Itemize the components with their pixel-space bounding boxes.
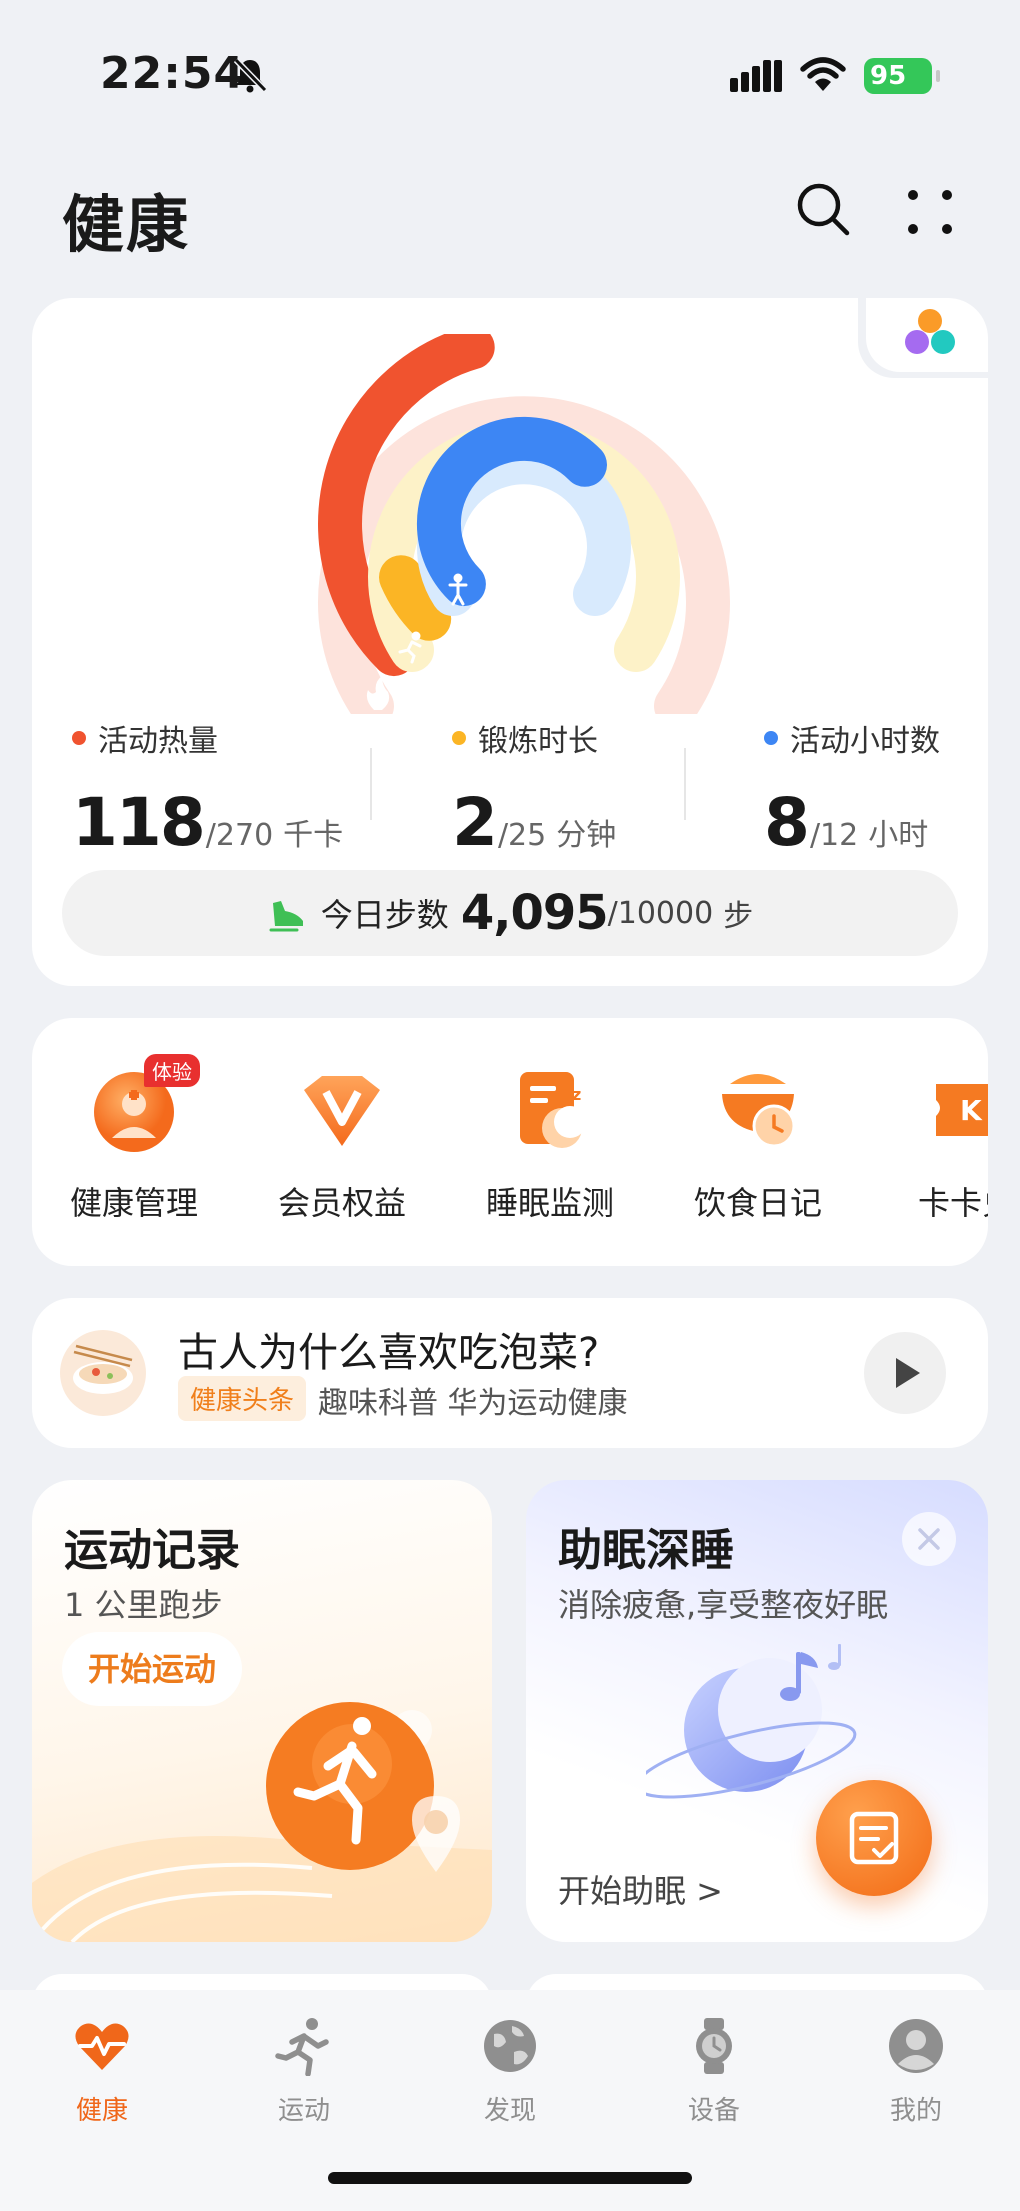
- steps-label: 今日步数: [320, 896, 449, 934]
- globe-icon: [484, 2020, 536, 2072]
- news-thumbnail: [60, 1330, 146, 1416]
- tab-exercise[interactable]: 运动: [234, 2016, 374, 2127]
- news-card[interactable]: 古人为什么喜欢吃泡菜? 健康头条 趣味科普 华为运动健康: [32, 1298, 988, 1448]
- status-bar: 22:54 95: [0, 0, 1020, 150]
- vip-icon: [304, 1076, 380, 1146]
- metric-exercise-value: 2: [452, 784, 498, 861]
- palette-icon: [905, 309, 955, 354]
- sleep-card-subtitle: 消除疲惫,享受整夜好眠: [558, 1586, 889, 1624]
- exercise-card-subtitle: 1 公里跑步: [64, 1586, 223, 1624]
- steps-unit: 步: [723, 899, 754, 934]
- tab-label: 发现: [483, 2096, 536, 2126]
- service-card-exchange[interactable]: K 卡卡兑: [886, 1060, 988, 1224]
- metric-active-hours-unit: 小时: [868, 818, 929, 853]
- cellular-signal-icon: [730, 60, 782, 92]
- status-time: 22:54: [100, 48, 246, 99]
- diet-diary-icon: [722, 1074, 796, 1148]
- start-sleep-link[interactable]: 开始助眠 >: [558, 1866, 723, 1912]
- sleep-notes-button[interactable]: [816, 1780, 932, 1896]
- service-label: 睡眠监测: [485, 1184, 614, 1222]
- sleep-monitor-icon: z: [520, 1072, 586, 1148]
- metric-active-hours-label: 活动小时数: [790, 724, 940, 759]
- steps-bar[interactable]: 今日步数 4,095 /10000 步: [62, 870, 958, 956]
- metric-exercise[interactable]: 锻炼时长 2 /25 分钟: [452, 718, 616, 861]
- metric-exercise-unit: 分钟: [556, 818, 617, 853]
- tab-discover[interactable]: 发现: [440, 2016, 580, 2127]
- service-vip[interactable]: 会员权益: [262, 1060, 422, 1224]
- tab-devices[interactable]: 设备: [644, 2016, 784, 2127]
- service-label: 卡卡兑: [917, 1184, 988, 1222]
- news-tag: 健康头条: [178, 1376, 307, 1421]
- svg-text:z: z: [572, 1085, 581, 1104]
- page-title: 健康: [62, 188, 191, 261]
- wifi-icon: [800, 57, 846, 91]
- service-label: 健康管理: [69, 1184, 198, 1222]
- food-bowl-icon: [73, 1344, 133, 1394]
- metric-calories[interactable]: 活动热量 118 /270 千卡: [72, 718, 343, 861]
- battery-level: 95: [870, 61, 907, 91]
- tab-label: 我的: [889, 2096, 942, 2126]
- tab-label: 设备: [687, 2096, 740, 2126]
- activity-rings: [318, 334, 730, 714]
- metric-exercise-label: 锻炼时长: [478, 724, 598, 759]
- svg-text:K: K: [960, 1094, 983, 1127]
- steps-goal: /10000: [607, 895, 714, 931]
- service-label: 会员权益: [277, 1184, 406, 1222]
- battery-indicator: 95: [864, 58, 940, 94]
- active-hours-dot: [764, 731, 778, 745]
- close-button[interactable]: [902, 1512, 956, 1566]
- trial-badge: 体验: [144, 1054, 200, 1087]
- close-icon: [918, 1528, 940, 1550]
- tab-health[interactable]: 健康: [32, 2016, 172, 2127]
- sleep-aid-card[interactable]: 助眠深睡 消除疲惫,享受整夜好眠 开始助眠 >: [526, 1480, 988, 1942]
- steps-value: 4,095: [460, 885, 609, 941]
- divider: [370, 748, 372, 820]
- bell-muted-icon: [233, 57, 268, 93]
- tab-label: 运动: [277, 2096, 330, 2126]
- tab-label: 健康: [75, 2096, 128, 2126]
- service-health-manage[interactable]: 体验 健康管理: [54, 1054, 214, 1224]
- play-icon: [896, 1358, 920, 1388]
- metric-calories-value: 118: [72, 784, 206, 861]
- heart-pulse-icon: [75, 2023, 129, 2070]
- tab-me[interactable]: 我的: [846, 2016, 986, 2127]
- metric-active-hours[interactable]: 活动小时数 8 /12 小时: [764, 718, 940, 861]
- music-note-small-icon: [828, 1644, 841, 1670]
- divider: [684, 748, 686, 820]
- running-track-illustration: [32, 1702, 492, 1942]
- card-exchange-icon: K: [936, 1084, 988, 1136]
- metric-active-hours-goal: /12: [809, 818, 859, 853]
- shoe-icon: [269, 901, 303, 932]
- service-label: 饮食日记: [693, 1184, 822, 1222]
- activity-rings-card[interactable]: 活动热量 118 /270 千卡 锻炼时长 2 /25 分钟 活动小时数 8 /…: [32, 298, 988, 986]
- metric-active-hours-value: 8: [764, 784, 810, 861]
- note-check-icon: [849, 1811, 899, 1865]
- home-indicator: [328, 2172, 692, 2184]
- play-button[interactable]: [864, 1332, 946, 1414]
- more-menu-icon[interactable]: [904, 186, 956, 238]
- news-source: 趣味科普 华为运动健康: [318, 1386, 628, 1421]
- active-hours-ring-progress: [416, 416, 607, 607]
- watch-icon: [696, 2018, 732, 2074]
- service-sleep-monitor[interactable]: z 睡眠监测: [470, 1060, 630, 1224]
- metric-calories-label: 活动热量: [98, 724, 218, 759]
- runner-icon: [275, 2018, 329, 2077]
- ring-style-button[interactable]: [858, 298, 988, 378]
- search-icon[interactable]: [794, 180, 852, 238]
- exercise-dot: [452, 731, 466, 745]
- metric-calories-goal: /270: [205, 818, 274, 853]
- service-diet-diary[interactable]: 饮食日记: [678, 1060, 838, 1224]
- metric-calories-unit: 千卡: [283, 818, 344, 853]
- start-exercise-button[interactable]: 开始运动: [62, 1632, 243, 1706]
- exercise-card-title: 运动记录: [64, 1525, 240, 1576]
- metric-exercise-goal: /25: [497, 818, 547, 853]
- calories-dot: [72, 731, 86, 745]
- exercise-record-card[interactable]: 运动记录 1 公里跑步 开始运动: [32, 1480, 492, 1942]
- sleep-card-title: 助眠深睡: [558, 1525, 734, 1576]
- profile-icon: [889, 2019, 943, 2073]
- news-title: 古人为什么喜欢吃泡菜?: [178, 1330, 600, 1376]
- services-card: 体验 健康管理 会员权益 z 睡眠监测 饮食日记 K 卡卡: [32, 1018, 988, 1266]
